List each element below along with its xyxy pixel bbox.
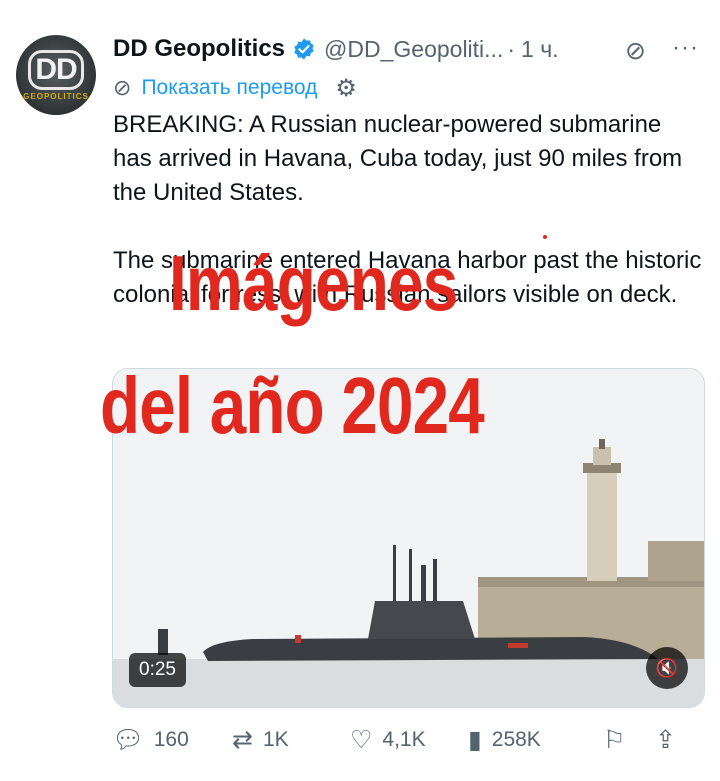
action-bar: 💬︎ 160 ⇄ 1K ♡ 4,1K ▮ 258K ⚐ ⇪ <box>112 720 707 760</box>
stray-dot <box>543 235 547 239</box>
separator: · <box>507 35 516 62</box>
post-header: DD Geopolitics @DD_Geopoliti... · 1 ч. <box>113 32 559 66</box>
bookmark-icon: ⚐ <box>603 726 626 754</box>
avatar[interactable]: DD GEOPOLITICS <box>16 35 96 115</box>
like-count: 4,1K <box>382 728 426 751</box>
show-translation-link[interactable]: Показать перевод <box>141 76 317 100</box>
video-duration: 0:25 <box>129 653 186 687</box>
post-paragraph: BREAKING: A Russian nuclear-powered subm… <box>113 111 683 206</box>
verified-badge-icon <box>294 38 314 60</box>
views-icon: ▮ <box>468 726 482 754</box>
reply-count: 160 <box>153 728 189 751</box>
views-button[interactable]: ▮ 258K <box>468 725 603 755</box>
gear-icon[interactable]: ⚙ <box>335 74 357 103</box>
repost-icon: ⇄ <box>232 726 253 754</box>
translate-icon: ⊘ <box>113 75 132 100</box>
avatar-subtitle: GEOPOLITICS <box>23 91 89 101</box>
more-icon[interactable]: ··· <box>672 34 699 62</box>
overlay-caption-line2: del año 2024 <box>100 361 485 450</box>
heart-icon: ♡ <box>350 726 373 754</box>
overlay-caption-line1: Imágenes <box>168 239 458 327</box>
reply-button[interactable]: 💬︎ 160 <box>112 726 232 755</box>
view-count: 258K <box>491 728 541 751</box>
like-button[interactable]: ♡ 4,1K <box>350 725 468 755</box>
author-handle[interactable]: @DD_Geopoliti... <box>324 36 503 63</box>
author-name[interactable]: DD Geopolitics <box>113 35 285 63</box>
grok-icon[interactable]: ⊘ <box>625 36 646 66</box>
share-icon: ⇪ <box>655 726 676 754</box>
mute-icon[interactable]: 🔇 <box>646 647 688 689</box>
share-button[interactable]: ⇪ <box>655 725 685 755</box>
bookmark-button[interactable]: ⚐ <box>603 725 655 755</box>
repost-count: 1K <box>262 728 289 751</box>
reply-icon: 💬︎ <box>112 725 144 754</box>
translate-row: ⊘ Показать перевод ⚙ <box>113 74 357 102</box>
repost-button[interactable]: ⇄ 1K <box>232 725 350 755</box>
post-time[interactable]: 1 ч. <box>521 36 559 63</box>
post-card[interactable]: DD GEOPOLITICS DD Geopolitics @DD_Geopol… <box>0 0 720 781</box>
avatar-logo: DD <box>28 49 84 90</box>
